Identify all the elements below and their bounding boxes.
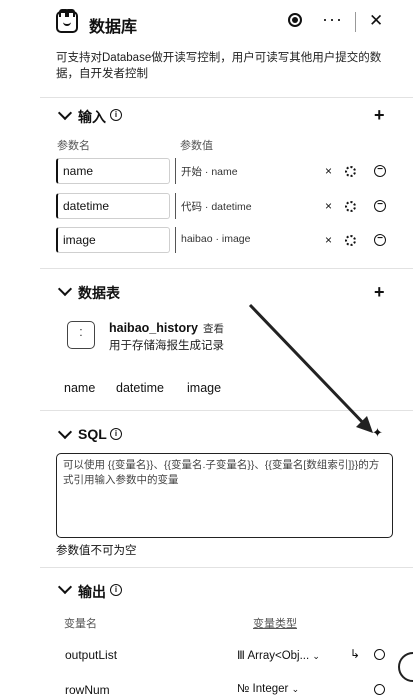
output-variable-name[interactable]: outputList bbox=[65, 648, 117, 662]
header-divider bbox=[355, 12, 356, 32]
type-label: Array<Obj... bbox=[247, 650, 310, 662]
sql-collapse-chevron-icon[interactable] bbox=[57, 424, 73, 440]
output-option-icon[interactable] bbox=[374, 649, 385, 660]
node-description: 可支持对Database做开读写控制，用户可读写其他用户提交的数据，自开发者控制 bbox=[56, 52, 382, 80]
input-collapse-chevron-icon[interactable] bbox=[57, 105, 73, 121]
info-icon: i bbox=[110, 428, 122, 440]
array-type-icon: Ⅲ bbox=[237, 650, 245, 662]
section-divider bbox=[40, 268, 413, 269]
remove-row-icon[interactable]: − bbox=[374, 165, 386, 177]
table-field: name bbox=[64, 381, 96, 395]
settings-icon[interactable] bbox=[345, 235, 356, 246]
section-divider bbox=[40, 97, 413, 98]
value-source: 开始 · bbox=[181, 166, 209, 178]
table-description: 用于存储海报生成记录 bbox=[109, 340, 224, 352]
sql-section-title: SQL bbox=[78, 426, 107, 442]
section-divider bbox=[40, 567, 413, 568]
input-name-field[interactable]: datetime bbox=[56, 193, 170, 219]
remove-row-icon[interactable]: − bbox=[374, 200, 386, 212]
table-icon: ⁚ bbox=[67, 321, 95, 349]
table-name[interactable]: haibao_history bbox=[109, 321, 198, 335]
output-col-type-header: 变量类型 bbox=[253, 618, 297, 630]
output-variable-type[interactable]: № Integer ⌄ bbox=[237, 683, 299, 695]
value-variable: name bbox=[211, 166, 238, 178]
output-variable-type[interactable]: Ⅲ Array<Obj... ⌄ bbox=[237, 648, 320, 662]
settings-icon[interactable] bbox=[345, 166, 356, 177]
annotation-arrow bbox=[248, 303, 373, 433]
validation-message: 参数值不可为空 bbox=[56, 545, 137, 557]
clear-icon[interactable]: × bbox=[325, 164, 332, 178]
info-icon: i bbox=[110, 584, 122, 596]
table-field: datetime bbox=[116, 381, 164, 395]
input-value-ref[interactable]: 代码 · datetime bbox=[175, 193, 320, 219]
input-value-ref[interactable]: 开始 · name bbox=[175, 158, 320, 184]
input-value-ref[interactable]: haibao · image bbox=[175, 227, 320, 253]
clear-icon[interactable]: × bbox=[325, 199, 332, 213]
input-col-name-header: 参数名 bbox=[57, 140, 90, 152]
integer-type-icon: № bbox=[237, 683, 250, 695]
value-variable: image bbox=[221, 233, 251, 245]
input-name-field[interactable]: image bbox=[56, 227, 170, 253]
value-source: 代码 · bbox=[181, 201, 209, 213]
sql-editor[interactable]: 可以使用 {{变量名}}、{{变量名.子变量名}}、{{变量名[数组索引]}}的… bbox=[56, 453, 393, 538]
chevron-down-icon: ⌄ bbox=[291, 684, 300, 694]
output-option-icon[interactable] bbox=[374, 684, 385, 695]
output-collapse-chevron-icon[interactable] bbox=[57, 579, 73, 595]
chevron-down-icon: ⌄ bbox=[312, 651, 320, 661]
expand-fields-icon[interactable]: ↳ bbox=[350, 647, 360, 661]
output-section-title: 输出 bbox=[78, 584, 106, 600]
table-section-title: 数据表 bbox=[78, 285, 120, 301]
run-icon[interactable] bbox=[288, 13, 302, 27]
input-col-value-header: 参数值 bbox=[180, 140, 213, 152]
more-icon[interactable]: ··· bbox=[322, 9, 343, 30]
type-label: Integer bbox=[252, 683, 289, 695]
output-variable-name[interactable]: rowNum bbox=[65, 683, 110, 697]
table-field: image bbox=[187, 381, 222, 395]
table-view-link[interactable]: 查看 bbox=[203, 321, 224, 336]
input-name-field[interactable]: name bbox=[56, 158, 170, 184]
table-collapse-chevron-icon[interactable] bbox=[57, 281, 73, 297]
value-variable: datetime bbox=[211, 201, 252, 213]
info-icon: i bbox=[110, 109, 122, 121]
remove-row-icon[interactable]: − bbox=[374, 234, 386, 246]
floating-action-button[interactable] bbox=[398, 652, 413, 682]
clear-icon[interactable]: × bbox=[325, 233, 332, 247]
page-title: 数据库 bbox=[89, 19, 138, 36]
add-table-button[interactable]: + bbox=[374, 283, 385, 301]
value-source: haibao · bbox=[181, 233, 219, 245]
input-section-title: 输入 bbox=[78, 109, 106, 125]
settings-icon[interactable] bbox=[345, 201, 356, 212]
add-input-button[interactable]: + bbox=[374, 106, 385, 124]
output-col-name-header: 变量名 bbox=[64, 618, 97, 630]
close-icon[interactable]: ✕ bbox=[369, 11, 383, 31]
database-logo-icon bbox=[56, 9, 78, 33]
